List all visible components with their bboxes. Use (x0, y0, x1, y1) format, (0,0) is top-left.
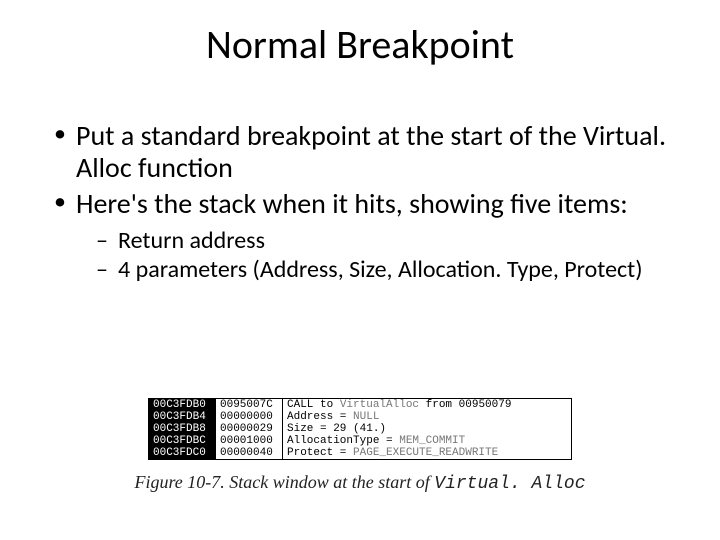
figure-caption: Figure 10-7. Stack window at the start o… (0, 472, 720, 494)
stack-val: 0095007C (216, 399, 283, 411)
bullet-item: Here's the stack when it hits, showing f… (50, 188, 680, 283)
stack-val: 00000040 (216, 447, 283, 459)
stack-addr: 00C3FDB8 (149, 423, 216, 435)
stack-row: 00C3FDBC 00001000 AllocationType = MEM_C… (149, 435, 571, 447)
bullet-item: Put a standard breakpoint at the start o… (50, 120, 680, 184)
stack-row: 00C3FDB4 00000000 Address = NULL (149, 411, 571, 423)
caption-code: Virtual. Alloc (434, 474, 585, 494)
slide-title: Normal Breakpoint (0, 20, 720, 69)
stack-val: 00000029 (216, 423, 283, 435)
figure: 00C3FDB0 0095007C CALL to VirtualAlloc f… (0, 398, 720, 494)
stack-addr: 00C3FDBC (149, 435, 216, 447)
stack-window: 00C3FDB0 0095007C CALL to VirtualAlloc f… (148, 398, 572, 460)
caption-text: Figure 10-7. Stack window at the start o… (134, 472, 434, 492)
sub-bullet-list: Return address 4 parameters (Address, Si… (96, 227, 680, 284)
stack-addr: 00C3FDC0 (149, 447, 216, 459)
stack-desc: Address = NULL (283, 411, 571, 423)
stack-val: 00001000 (216, 435, 283, 447)
stack-desc: CALL to VirtualAlloc from 00950079 (283, 399, 571, 411)
stack-addr: 00C3FDB4 (149, 411, 216, 423)
stack-addr: 00C3FDB0 (149, 399, 216, 411)
slide: Normal Breakpoint Put a standard breakpo… (0, 0, 720, 540)
stack-desc: AllocationType = MEM_COMMIT (283, 435, 571, 447)
bullet-text: Here's the stack when it hits, showing f… (76, 186, 628, 221)
stack-val: 00000000 (216, 411, 283, 423)
bullet-list: Put a standard breakpoint at the start o… (50, 120, 680, 284)
sub-bullet-item: 4 parameters (Address, Size, Allocation.… (96, 256, 680, 284)
sub-bullet-item: Return address (96, 227, 680, 255)
stack-row: 00C3FDB8 00000029 Size = 29 (41.) (149, 423, 571, 435)
stack-desc: Size = 29 (41.) (283, 423, 571, 435)
stack-desc: Protect = PAGE_EXECUTE_READWRITE (283, 447, 571, 459)
stack-row: 00C3FDC0 00000040 Protect = PAGE_EXECUTE… (149, 447, 571, 459)
stack-row: 00C3FDB0 0095007C CALL to VirtualAlloc f… (149, 399, 571, 411)
slide-body: Put a standard breakpoint at the start o… (50, 120, 680, 288)
